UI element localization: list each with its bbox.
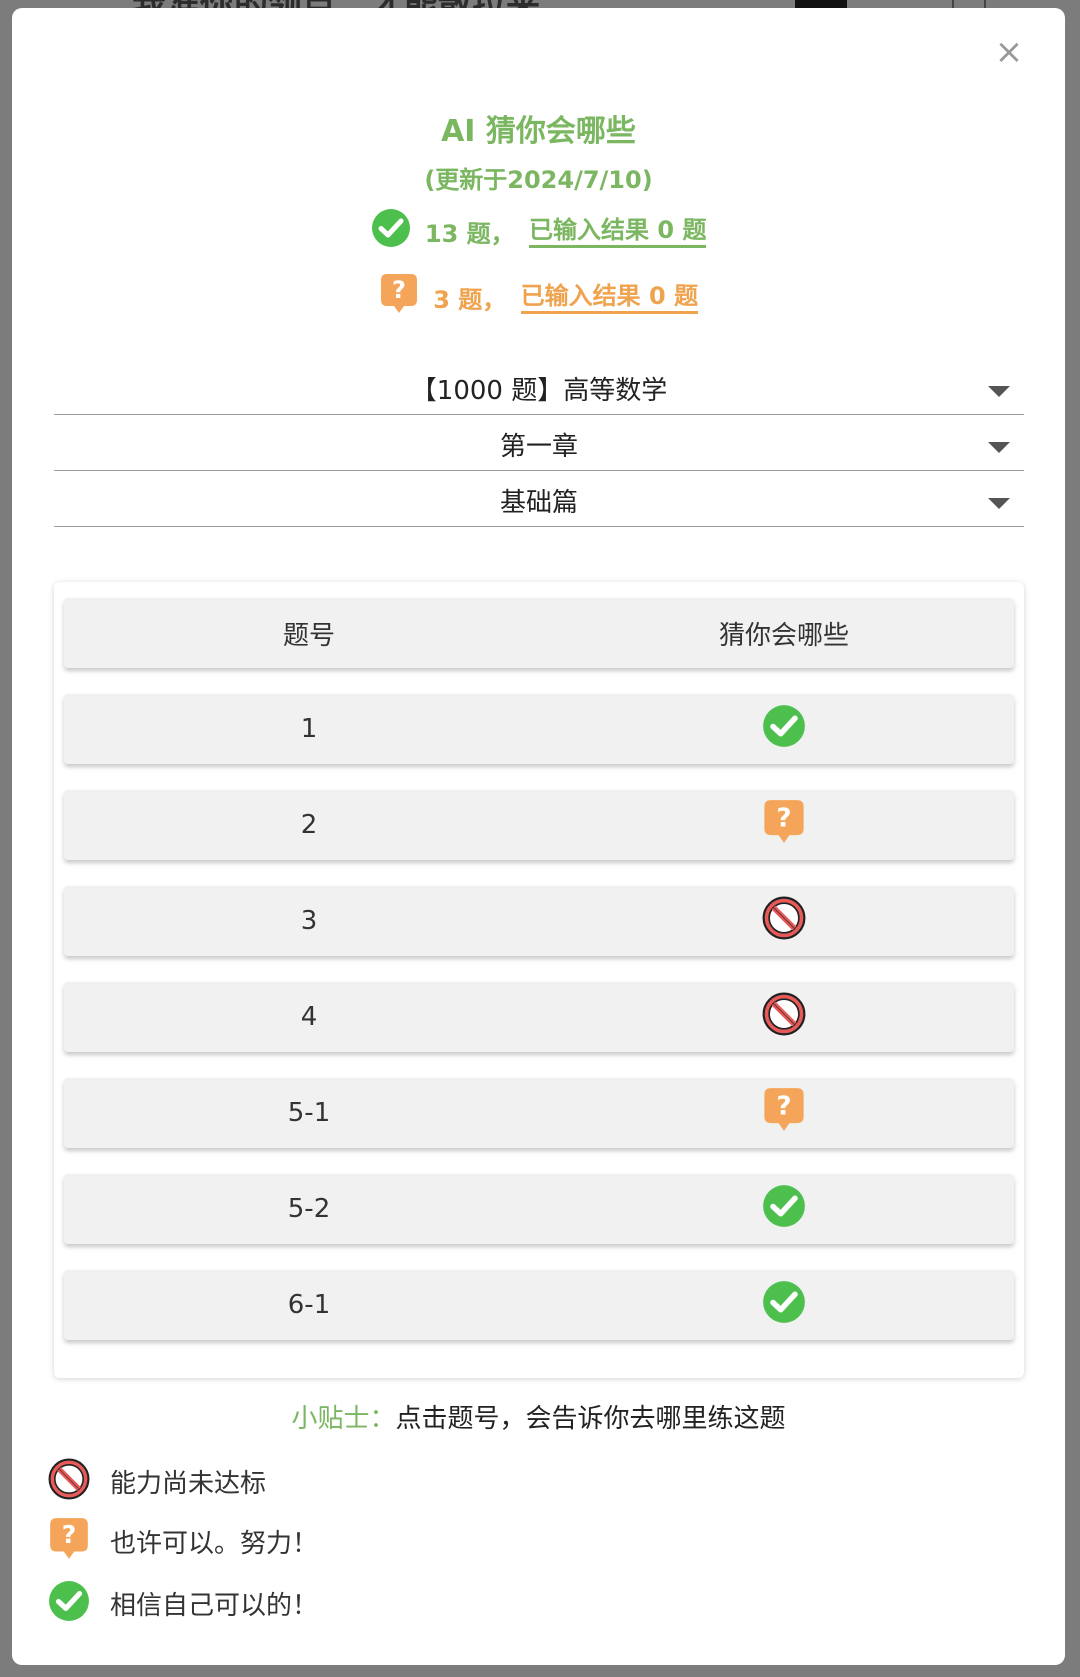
column-header-guess: 猜你会哪些 <box>718 620 849 651</box>
dropdown-section-label: 基础篇 <box>499 488 578 518</box>
dropdown-section[interactable]: 基础篇 <box>54 470 1024 527</box>
stat-maybe-entered-link[interactable]: 已输入结果 0 题 <box>520 281 699 314</box>
question-bubble-icon: ? <box>762 798 806 853</box>
table-row[interactable]: 3 <box>64 886 1014 956</box>
question-number[interactable]: 3 <box>64 886 554 956</box>
table-row[interactable]: 2 ? <box>64 790 1014 860</box>
chevron-down-icon <box>988 386 1010 397</box>
stat-maybe-count: 3 题， <box>433 285 507 314</box>
prohibited-icon <box>48 1458 90 1504</box>
table-row[interactable]: 4 <box>64 982 1014 1052</box>
tip: 小贴士：点击题号，会告诉你去哪里练这题 <box>12 1398 1065 1435</box>
svg-text:?: ? <box>62 1520 77 1549</box>
question-table: 题号 猜你会哪些 1 2 ? 3 4 5-1 ? 5-2 6-1 <box>54 582 1024 1378</box>
prohibited-icon <box>762 992 806 1043</box>
question-number[interactable]: 6-1 <box>64 1270 554 1340</box>
legend-text: 也许可以。努力！ <box>110 1528 319 1559</box>
dropdown-book[interactable]: 【1000 题】高等数学 <box>54 358 1024 415</box>
question-number[interactable]: 5-1 <box>64 1078 554 1148</box>
tip-text: 点击题号，会告诉你去哪里练这题 <box>395 1404 786 1434</box>
table-row[interactable]: 5-1 ? <box>64 1078 1014 1148</box>
tip-label: 小贴士： <box>291 1404 396 1434</box>
table-row[interactable]: 6-1 <box>64 1270 1014 1340</box>
legend-item-confident: 相信自己可以的！ <box>48 1578 318 1628</box>
stat-confident: 13 题， 已输入结果 0 题 <box>12 208 1065 254</box>
chevron-down-icon <box>988 498 1010 509</box>
legend-item-maybe: ? 也许可以。努力！ <box>48 1516 318 1566</box>
question-bubble-icon: ? <box>762 1086 806 1141</box>
table-row[interactable]: 1 <box>64 694 1014 764</box>
chevron-down-icon <box>988 442 1010 453</box>
check-circle-icon <box>762 704 806 755</box>
check-circle-icon <box>48 1580 90 1626</box>
stat-confident-count: 13 题， <box>424 219 515 248</box>
close-button[interactable]: × <box>989 32 1029 72</box>
update-date: (更新于2024/7/10) <box>424 166 653 194</box>
question-number[interactable]: 2 <box>64 790 554 860</box>
question-number[interactable]: 5-2 <box>64 1174 554 1244</box>
svg-text:?: ? <box>392 276 406 304</box>
modal-title: AI 猜你会哪些 <box>441 114 636 149</box>
check-circle-icon <box>371 208 411 254</box>
svg-text:?: ? <box>776 803 791 833</box>
question-bubble-icon: ? <box>48 1516 90 1566</box>
legend-text: 能力尚未达标 <box>110 1468 267 1499</box>
dropdown-chapter-label: 第一章 <box>499 432 578 462</box>
question-number[interactable]: 4 <box>64 982 554 1052</box>
column-header-number: 题号 <box>282 620 335 651</box>
dropdown-chapter[interactable]: 第一章 <box>54 414 1024 471</box>
check-circle-icon <box>762 1280 806 1331</box>
legend-text: 相信自己可以的！ <box>110 1590 319 1621</box>
check-circle-icon <box>762 1184 806 1235</box>
table-header: 题号 猜你会哪些 <box>64 598 1014 668</box>
table-row[interactable]: 5-2 <box>64 1174 1014 1244</box>
stat-maybe: ? 3 题， 已输入结果 0 题 <box>12 272 1065 322</box>
svg-text:?: ? <box>776 1091 791 1121</box>
stat-confident-entered-link[interactable]: 已输入结果 0 题 <box>529 215 707 248</box>
prohibited-icon <box>762 896 806 947</box>
question-number[interactable]: 1 <box>64 694 554 764</box>
dropdown-book-label: 【1000 题】高等数学 <box>410 376 668 406</box>
question-bubble-icon: ? <box>379 272 419 322</box>
legend-item-not-ready: 能力尚未达标 <box>48 1456 266 1506</box>
ai-guess-modal: × AI 猜你会哪些 (更新于2024/7/10) 13 题， 已输入结果 0 … <box>12 8 1065 1665</box>
